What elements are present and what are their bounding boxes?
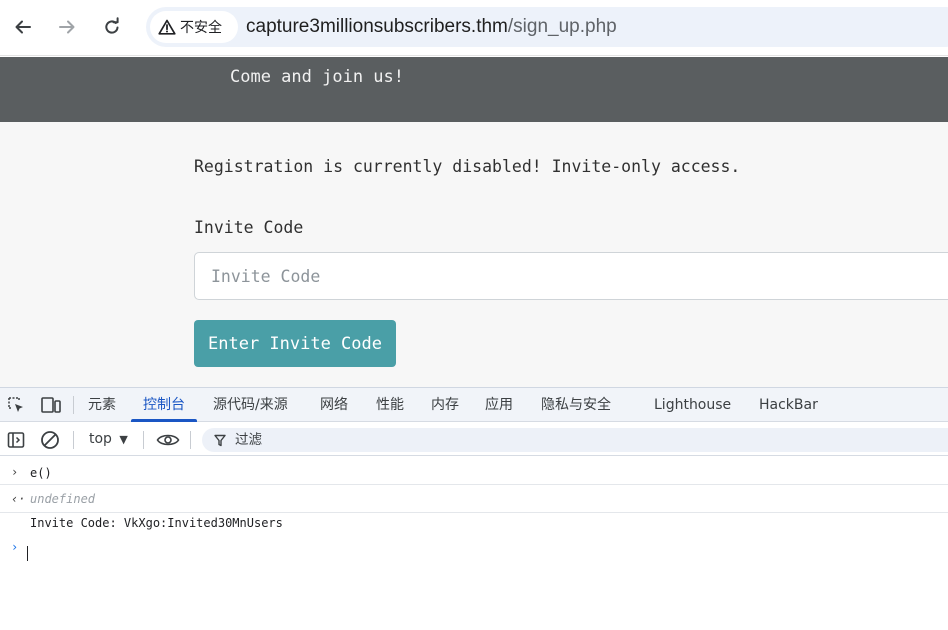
console-log-line: Invite Code: VkXgo:Invited30MnUsers — [0, 515, 948, 537]
live-expression-button[interactable] — [155, 423, 181, 456]
security-label: 不安全 — [180, 20, 222, 36]
console-toolbar: top ▼ 过滤 — [0, 423, 948, 456]
context-value: top — [89, 431, 112, 447]
clear-icon — [41, 430, 59, 449]
security-chip[interactable]: 不安全 — [150, 11, 238, 43]
devtools-panel: 元素 控制台 源代码/来源 网络 性能 内存 应用 隐私与安全 Lighthou… — [0, 387, 948, 630]
console-filter-input[interactable]: 过滤 — [202, 428, 948, 452]
devtools-tabbar: 元素 控制台 源代码/来源 网络 性能 内存 应用 隐私与安全 Lighthou… — [0, 388, 948, 422]
enter-invite-code-button[interactable]: Enter Invite Code — [194, 320, 396, 367]
url-text[interactable]: capture3millionsubscribers.thm/sign_up.p… — [246, 7, 617, 47]
console-log-message: Invite Code: VkXgo:Invited30MnUsers — [30, 516, 283, 530]
device-icon — [41, 397, 61, 413]
url-path: /sign_up.php — [507, 16, 617, 37]
forward-icon — [59, 20, 75, 34]
address-bar[interactable]: 不安全 capture3millionsubscribers.thm/sign_… — [146, 7, 948, 47]
toolbar-separator — [73, 431, 74, 449]
filter-icon — [214, 434, 226, 447]
invite-code-input[interactable] — [194, 252, 948, 300]
header-title: Come and join us! — [230, 67, 404, 87]
url-host: capture3millionsubscribers.thm — [246, 16, 508, 37]
reload-icon — [105, 17, 119, 34]
sidebar-icon — [7, 431, 25, 448]
filter-placeholder: 过滤 — [235, 432, 262, 448]
console-result: undefined — [30, 492, 96, 506]
inspect-element-button[interactable] — [5, 388, 27, 422]
console-command: e() — [30, 466, 52, 480]
prompt-chevron-icon: › — [11, 540, 19, 554]
tab-hackbar[interactable]: HackBar — [759, 388, 818, 422]
browser-toolbar: 不安全 capture3millionsubscribers.thm/sign_… — [0, 0, 948, 56]
eye-icon — [156, 434, 180, 445]
show-sidebar-button[interactable] — [5, 423, 27, 456]
dropdown-arrow-icon: ▼ — [119, 433, 128, 446]
input-chevron-icon: › — [11, 465, 19, 479]
tab-application[interactable]: 应用 — [485, 388, 513, 422]
back-icon — [15, 20, 31, 34]
tab-separator — [73, 396, 74, 414]
tab-privacy-security[interactable]: 隐私与安全 — [541, 388, 611, 422]
reload-button[interactable] — [97, 12, 127, 42]
inspect-icon — [8, 397, 23, 412]
warning-icon — [158, 19, 176, 35]
tab-console[interactable]: 控制台 — [131, 388, 197, 422]
invite-code-label: Invite Code — [194, 218, 304, 237]
tab-sources[interactable]: 源代码/来源 — [213, 388, 288, 422]
text-caret — [27, 546, 28, 561]
tab-network[interactable]: 网络 — [320, 388, 348, 422]
back-button[interactable] — [8, 12, 38, 42]
tab-lighthouse[interactable]: Lighthouse — [654, 388, 731, 422]
forward-button[interactable] — [52, 12, 82, 42]
tab-elements[interactable]: 元素 — [88, 388, 116, 422]
console-prompt[interactable]: › — [0, 540, 948, 565]
console-input-line: › e() — [0, 465, 948, 485]
clear-console-button[interactable] — [39, 423, 61, 456]
result-arrow-icon: ‹· — [11, 492, 26, 506]
toolbar-separator — [190, 431, 191, 449]
tab-memory[interactable]: 内存 — [431, 388, 459, 422]
tab-performance[interactable]: 性能 — [376, 388, 404, 422]
device-toolbar-button[interactable] — [39, 388, 63, 422]
registration-notice: Registration is currently disabled! Invi… — [194, 157, 741, 176]
site-header: Come and join us! — [0, 57, 948, 122]
signup-section: Registration is currently disabled! Invi… — [0, 122, 948, 388]
console-result-line: ‹· undefined — [0, 487, 948, 513]
console-output[interactable]: › e() ‹· undefined Invite Code: VkXgo:In… — [0, 457, 948, 630]
toolbar-separator — [143, 431, 144, 449]
context-selector[interactable]: top ▼ — [89, 423, 128, 456]
